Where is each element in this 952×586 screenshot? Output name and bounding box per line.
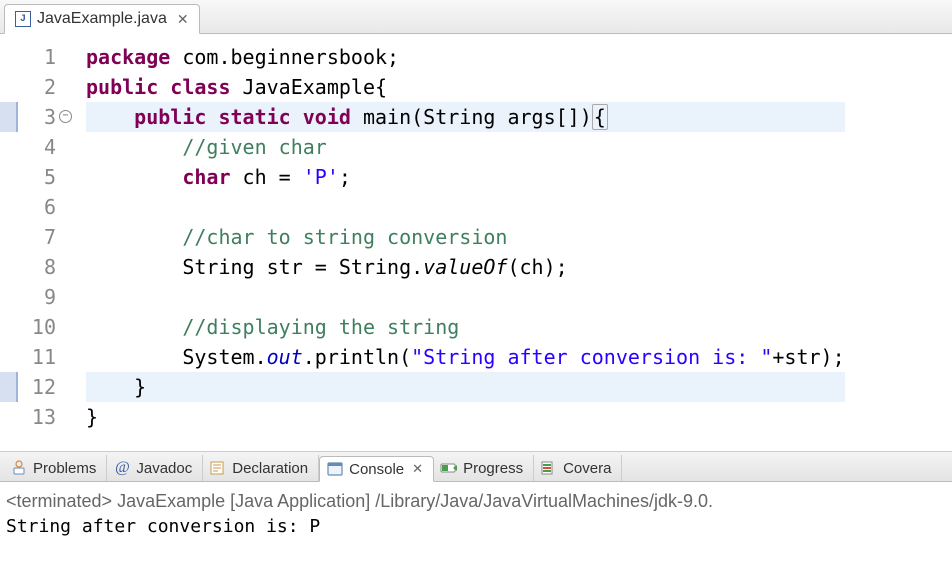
code-line: char ch = 'P'; [86, 162, 845, 192]
tab-coverage[interactable]: Covera [534, 455, 622, 481]
code-line [86, 192, 845, 222]
problems-icon [10, 459, 28, 477]
bottom-panel: Problems @ Javadoc Declaration Console ✕… [0, 452, 952, 586]
close-icon[interactable]: ✕ [412, 461, 423, 477]
code-line [86, 282, 845, 312]
code-line: //given char [86, 132, 845, 162]
view-tab-bar: Problems @ Javadoc Declaration Console ✕… [0, 452, 952, 482]
code-line: public class JavaExample{ [86, 72, 845, 102]
editor-tab-javaexample[interactable]: J JavaExample.java ✕ [4, 4, 200, 34]
code-area[interactable]: 1 2 3− 4 5 6 7 8 9 10 11 12 13 package c… [0, 34, 952, 432]
console-body[interactable]: <terminated> JavaExample [Java Applicati… [0, 482, 952, 546]
console-icon [326, 460, 344, 478]
code-line: //displaying the string [86, 312, 845, 342]
tab-progress[interactable]: Progress [434, 455, 534, 481]
coverage-icon [540, 459, 558, 477]
close-icon[interactable]: ✕ [177, 11, 189, 28]
tab-javadoc[interactable]: @ Javadoc [107, 455, 203, 481]
marker-column [0, 42, 18, 432]
console-output-line: String after conversion is: P [6, 514, 946, 540]
declaration-icon [209, 459, 227, 477]
code-line: System.out.println("String after convers… [86, 342, 845, 372]
javadoc-icon: @ [113, 459, 131, 477]
java-file-icon: J [15, 11, 31, 27]
code-line: } [86, 372, 845, 402]
code-line: public static void main(String args[]){ [86, 102, 845, 132]
tab-console[interactable]: Console ✕ [319, 456, 434, 482]
tab-problems[interactable]: Problems [4, 455, 107, 481]
editor-area: J JavaExample.java ✕ 1 2 3− 4 5 6 [0, 0, 952, 452]
editor-tab-bar: J JavaExample.java ✕ [0, 0, 952, 34]
fold-icon[interactable]: − [59, 110, 72, 123]
code-line: String str = String.valueOf(ch); [86, 252, 845, 282]
code-line: } [86, 402, 845, 432]
tab-declaration[interactable]: Declaration [203, 455, 319, 481]
progress-icon [440, 459, 458, 477]
code-line: //char to string conversion [86, 222, 845, 252]
code-content[interactable]: package com.beginnersbook; public class … [64, 42, 845, 432]
console-process-line: <terminated> JavaExample [Java Applicati… [6, 488, 946, 514]
code-line: package com.beginnersbook; [86, 42, 845, 72]
editor-tab-label: JavaExample.java [37, 10, 167, 28]
line-number-gutter: 1 2 3− 4 5 6 7 8 9 10 11 12 13 [18, 42, 64, 432]
